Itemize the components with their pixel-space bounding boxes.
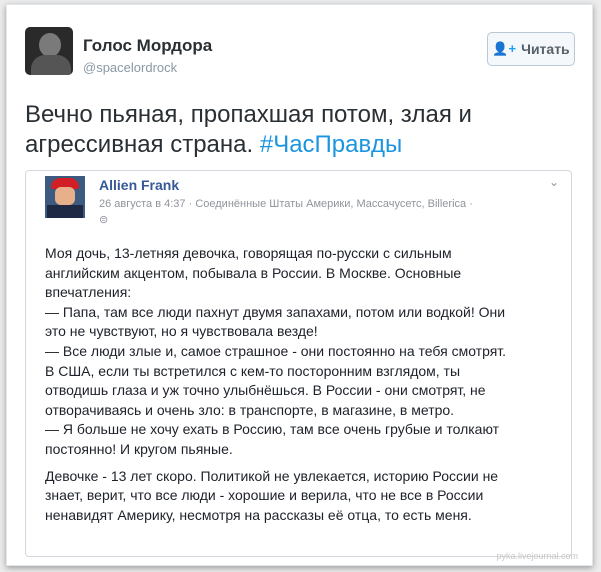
post-line: знает, верит, что все люди - хорошие и в… bbox=[45, 487, 484, 504]
tweet-text: Вечно пьяная, пропахшая потом, злая и аг… bbox=[25, 100, 565, 160]
watermark: pyka.livejournal.com bbox=[496, 551, 578, 561]
post-paragraph-1: Моя дочь, 13-летняя девочка, говорящая п… bbox=[45, 244, 555, 460]
post-line: В США, если ты встретился с кем-то посто… bbox=[45, 362, 461, 379]
post-meta: 26 августа в 4:37 · Соединённые Штаты Ам… bbox=[99, 198, 473, 210]
add-user-icon: 👤+ bbox=[492, 41, 517, 56]
post-line: английским акцентом, побывала в России. … bbox=[45, 264, 462, 281]
hashtag-link[interactable]: #ЧасПравды bbox=[260, 131, 402, 158]
tweet-body: Вечно пьяная, пропахшая потом, злая и аг… bbox=[25, 101, 472, 158]
post-line: это не чувствуют, но я чувствовала везде… bbox=[45, 323, 318, 340]
post-author-name[interactable]: Allien Frank bbox=[99, 177, 179, 193]
avatar-suit-shape bbox=[47, 205, 83, 218]
chevron-down-icon[interactable]: ⌄ bbox=[549, 175, 559, 189]
globe-icon: ⊜ bbox=[99, 214, 109, 226]
post-body: Моя дочь, 13-летняя девочка, говорящая п… bbox=[45, 244, 555, 525]
avatar-face-shape bbox=[55, 187, 75, 205]
author-handle[interactable]: @spacelordrock bbox=[83, 60, 177, 75]
follow-button[interactable]: 👤+ Читать bbox=[487, 32, 575, 66]
avatar-head-shape bbox=[39, 33, 61, 57]
author-avatar[interactable] bbox=[25, 27, 73, 75]
post-line: Девочке - 13 лет скоро. Политикой не увл… bbox=[45, 467, 499, 484]
post-line: — Я больше не хочу ехать в Россию, там в… bbox=[45, 421, 500, 438]
post-line: впечатления: bbox=[45, 284, 132, 301]
post-line: — Папа, там все люди пахнут двумя запаха… bbox=[45, 303, 506, 320]
avatar-body-shape bbox=[31, 55, 71, 75]
post-line: постоянно! И кругом пьяные. bbox=[45, 440, 233, 457]
tweet-card: Голос Мордора @spacelordrock 👤+ Читать В… bbox=[6, 4, 593, 566]
post-line: — Все люди злые и, самое страшное - они … bbox=[45, 342, 507, 359]
post-line: отводишь глаза и уж точно улыбнёшься. В … bbox=[45, 382, 486, 399]
follow-button-label: Читать bbox=[521, 41, 570, 57]
post-paragraph-2: Девочке - 13 лет скоро. Политикой не увл… bbox=[45, 467, 555, 526]
post-author-avatar[interactable] bbox=[45, 176, 85, 218]
post-line: Моя дочь, 13-летняя девочка, говорящая п… bbox=[45, 245, 452, 261]
embedded-facebook-post: Allien Frank 26 августа в 4:37 · Соединё… bbox=[25, 170, 572, 557]
post-line: ненавидят Америку, несмотря на рассказы … bbox=[45, 506, 472, 523]
author-name[interactable]: Голос Мордора bbox=[83, 36, 212, 56]
post-line: отворачиваясь и очень зло: в транспорте,… bbox=[45, 401, 455, 418]
